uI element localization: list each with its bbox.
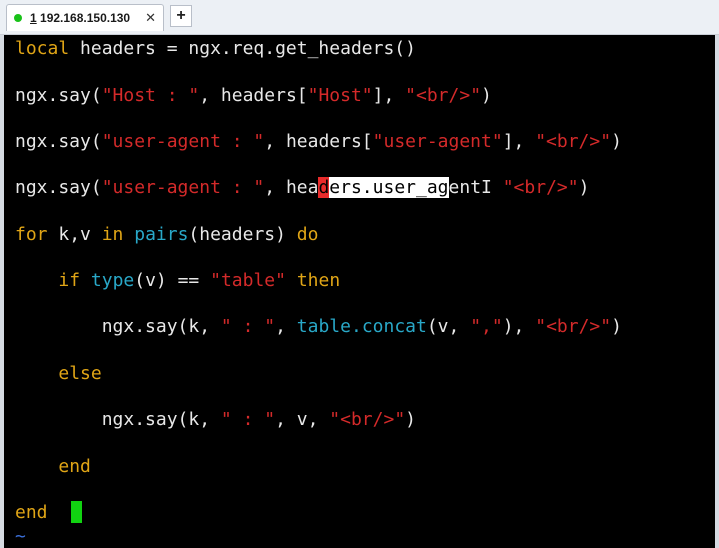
terminal-window: 1 192.168.150.130 ✕ + local headers = ng… (0, 0, 719, 548)
new-tab-button[interactable]: + (170, 5, 192, 27)
empty-line-tilde: ~ (15, 526, 26, 547)
code-line-9: ngx.say(k, " : ", v, "<br/>") (101, 409, 416, 430)
code-line-2: ngx.say("Host : ", headers["Host"], "<br… (15, 85, 492, 106)
code-line-7: ngx.say(k, " : ", table.concat(v, ","), … (101, 316, 622, 337)
connection-status-icon (14, 14, 22, 22)
code-line-8: else (58, 363, 102, 384)
code-line-5: for k,v in pairs(headers) do (15, 224, 319, 245)
tab-bar: 1 192.168.150.130 ✕ + (0, 0, 719, 35)
tab-title: 192.168.150.130 (36, 11, 131, 25)
text-selection: ers.user_ag (329, 177, 449, 198)
mouse-ibeam-icon: I (481, 177, 492, 198)
tab-number: 1 (30, 11, 37, 25)
close-icon[interactable]: ✕ (145, 10, 156, 26)
text-cursor: d (318, 177, 330, 198)
code-line-1: local headers = ngx.req.get_headers() (15, 38, 416, 59)
block-cursor (71, 501, 82, 523)
code-line-11: end (15, 502, 48, 523)
code-line-4: ngx.say("user-agent : ", headers.user_ag… (15, 177, 590, 198)
code-line-10: end (58, 456, 91, 477)
session-tab[interactable]: 1 192.168.150.130 ✕ (6, 4, 164, 31)
code-line-6: if type(v) == "table" then (58, 270, 341, 291)
code-line-3: ngx.say("user-agent : ", headers["user-a… (15, 131, 622, 152)
tab-label: 1 192.168.150.130 (30, 11, 130, 25)
terminal-editor[interactable]: local headers = ngx.req.get_headers() ng… (4, 35, 715, 548)
